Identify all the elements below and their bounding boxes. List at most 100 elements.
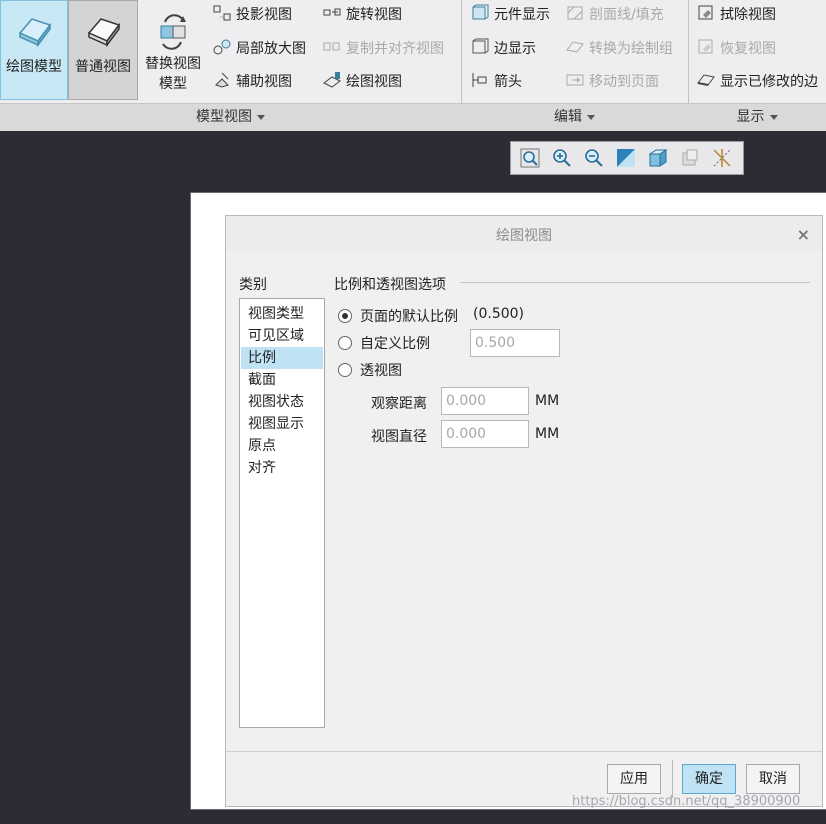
default-scale-radio[interactable] (338, 309, 352, 323)
component-display-button[interactable]: 元件显示 (470, 1, 550, 29)
section-divider (460, 282, 810, 283)
convert-draw-group-label: 转换为绘制组 (589, 41, 673, 57)
general-view-icon (87, 18, 121, 48)
projection-view-button[interactable]: 投影视图 (212, 1, 292, 29)
move-to-page-button[interactable]: 移动到页面 (565, 68, 659, 96)
copy-align-view-button[interactable]: 复制并对齐视图 (322, 35, 444, 63)
dialog-title-bar: 绘图视图 (226, 216, 822, 252)
replace-model-icon (160, 14, 186, 50)
edge-display-label: 边显示 (494, 41, 536, 57)
show-modified-edges-button[interactable]: 显示已修改的边 (696, 68, 818, 96)
zoom-out-icon[interactable] (583, 147, 605, 169)
group-display[interactable]: 显示 (688, 104, 826, 131)
saved-views-icon[interactable] (679, 147, 701, 169)
category-item-view-state[interactable]: 视图状态 (241, 391, 323, 413)
erase-view-icon (696, 4, 716, 22)
hatch-fill-button[interactable]: 剖面线/填充 (565, 1, 664, 29)
detailed-view-button[interactable]: 局部放大图 (212, 35, 306, 63)
zoom-in-icon[interactable] (551, 147, 573, 169)
erase-view-label: 拭除视图 (720, 7, 776, 23)
ribbon: 绘图模型 普通视图 替换视图 模型 投影视图 局部放大图 辅助视图 旋转视图 复… (0, 0, 826, 131)
perspective-label: 透视图 (360, 363, 402, 379)
group-edit[interactable]: 编辑 (461, 104, 688, 131)
category-label: 类别 (239, 277, 267, 293)
edge-display-icon (470, 38, 490, 56)
group-edit-label: 编辑 (554, 109, 582, 125)
replace-view-model-button[interactable]: 替换视图 模型 (140, 0, 206, 100)
copy-align-view-icon (322, 38, 342, 56)
general-view-label: 普通视图 (75, 59, 131, 75)
group-display-label: 显示 (736, 109, 765, 125)
view-diameter-input[interactable]: 0.000 (441, 420, 529, 448)
arrows-icon (470, 71, 490, 89)
hatch-fill-icon (565, 4, 585, 22)
auxiliary-view-label: 辅助视图 (236, 74, 292, 90)
cancel-button[interactable]: 取消 (746, 764, 800, 794)
custom-scale-radio[interactable] (338, 336, 352, 350)
drawing-model-button[interactable]: 绘图模型 (0, 0, 68, 100)
component-display-label: 元件显示 (494, 7, 550, 23)
datum-display-icon[interactable] (711, 147, 733, 169)
move-to-page-label: 移动到页面 (589, 74, 659, 90)
chevron-down-icon (257, 114, 265, 120)
revolved-view-label: 旋转视图 (346, 7, 402, 23)
drawing-view-dialog: 绘图视图 × 类别 视图类型 可见区域 比例 截面 视图状态 视图显示 原点 对… (225, 215, 823, 807)
edge-display-button[interactable]: 边显示 (470, 35, 536, 63)
show-modified-edges-icon (696, 71, 716, 89)
drawing-view-button[interactable]: 绘图视图 (322, 68, 402, 96)
dialog-title: 绘图视图 (496, 228, 552, 244)
view-distance-label: 观察距离 (371, 396, 427, 412)
category-item-section[interactable]: 截面 (241, 369, 323, 391)
category-item-origin[interactable]: 原点 (241, 435, 323, 457)
resume-view-button[interactable]: 恢复视图 (696, 35, 776, 63)
category-item-view-type[interactable]: 视图类型 (241, 303, 323, 325)
detailed-view-icon (212, 38, 232, 56)
category-item-visible-area[interactable]: 可见区域 (241, 325, 323, 347)
button-divider (672, 760, 673, 798)
repaint-icon[interactable] (615, 147, 637, 169)
category-item-view-display[interactable]: 视图显示 (241, 413, 323, 435)
drawing-view-label: 绘图视图 (346, 74, 402, 90)
close-icon[interactable]: × (797, 225, 810, 244)
group-model-views-label: 模型视图 (196, 109, 252, 125)
arrows-button[interactable]: 箭头 (470, 68, 522, 96)
drawing-model-icon (18, 18, 52, 48)
show-modified-edges-label: 显示已修改的边 (720, 74, 818, 90)
drawing-view-icon (322, 71, 342, 89)
category-item-alignment[interactable]: 对齐 (241, 457, 323, 479)
footer-divider (226, 751, 822, 752)
convert-draw-group-button[interactable]: 转换为绘制组 (565, 35, 673, 63)
replace-view-model-label: 替换视图 模型 (145, 56, 201, 92)
hatch-fill-label: 剖面线/填充 (589, 7, 664, 23)
view-distance-input[interactable]: 0.000 (441, 387, 529, 415)
drawing-model-label: 绘图模型 (6, 59, 62, 75)
ribbon-group-bar: 模型视图 编辑 显示 (0, 103, 826, 131)
apply-button[interactable]: 应用 (607, 764, 661, 794)
projection-view-icon (212, 4, 232, 22)
graphics-toolbar (510, 141, 744, 175)
category-list: 视图类型 可见区域 比例 截面 视图状态 视图显示 原点 对齐 (239, 298, 325, 728)
watermark: https://blog.csdn.net/qq_38900900 (572, 794, 801, 809)
erase-view-button[interactable]: 拭除视图 (696, 1, 776, 29)
ribbon-body: 绘图模型 普通视图 替换视图 模型 投影视图 局部放大图 辅助视图 旋转视图 复… (0, 0, 826, 130)
group-model-views[interactable]: 模型视图 (0, 104, 461, 131)
convert-draw-group-icon (565, 38, 585, 56)
custom-scale-label: 自定义比例 (360, 336, 430, 352)
category-item-scale[interactable]: 比例 (241, 347, 323, 369)
custom-scale-input[interactable]: 0.500 (470, 329, 560, 357)
component-display-icon (470, 4, 490, 22)
revolved-view-button[interactable]: 旋转视图 (322, 1, 402, 29)
detailed-view-label: 局部放大图 (236, 41, 306, 57)
view-distance-unit: MM (535, 393, 560, 409)
ok-button[interactable]: 确定 (682, 764, 736, 794)
display-style-icon[interactable] (647, 147, 669, 169)
chevron-down-icon (587, 114, 595, 120)
view-diameter-unit: MM (535, 426, 560, 442)
perspective-radio[interactable] (338, 363, 352, 377)
resume-view-icon (696, 38, 716, 56)
move-to-page-icon (565, 71, 585, 89)
general-view-button[interactable]: 普通视图 (68, 0, 138, 100)
auxiliary-view-button[interactable]: 辅助视图 (212, 68, 292, 96)
zoom-fit-icon[interactable] (519, 147, 541, 169)
resume-view-label: 恢复视图 (720, 41, 776, 57)
